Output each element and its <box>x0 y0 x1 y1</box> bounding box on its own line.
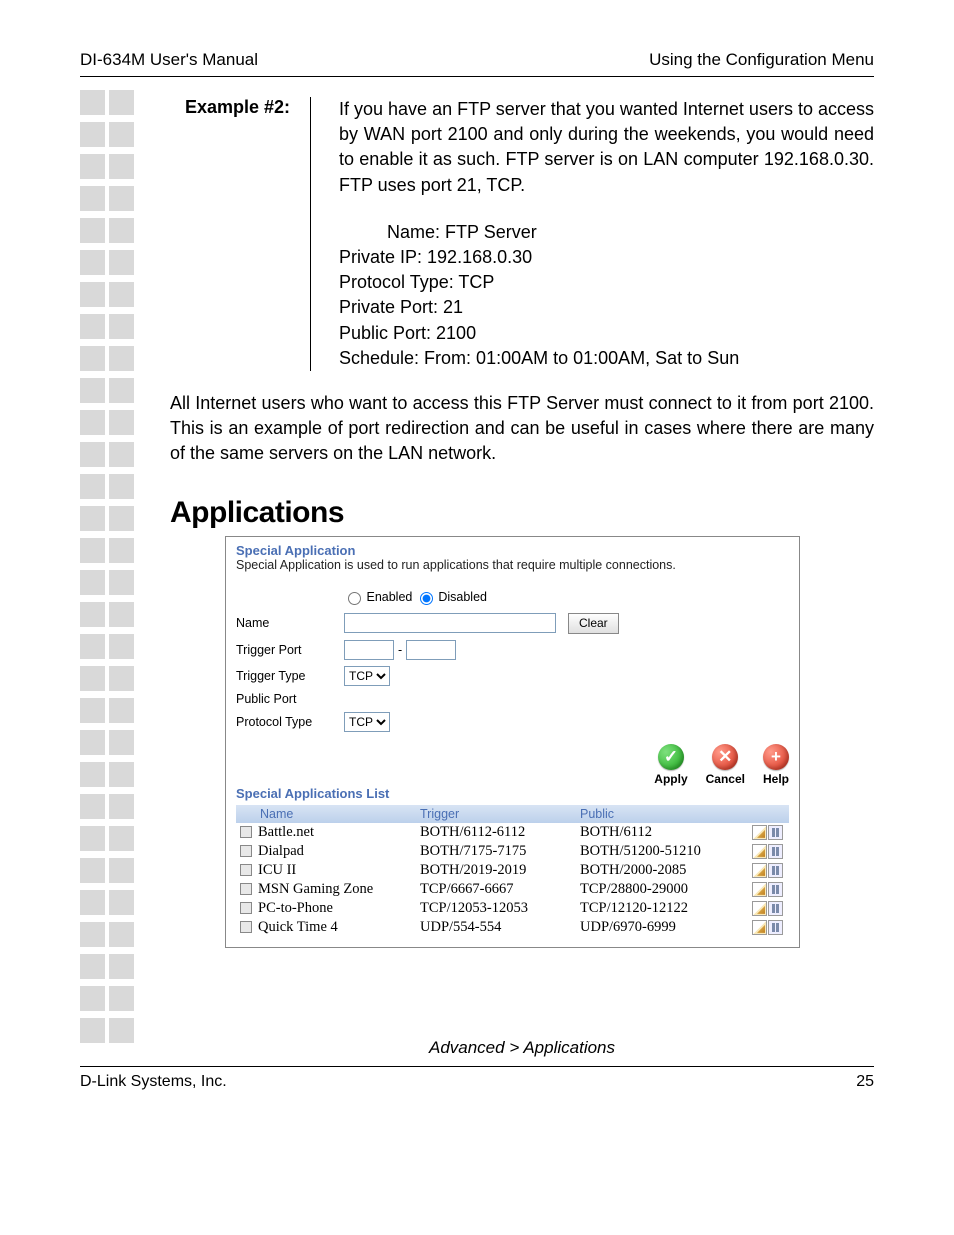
panel-subtitle: Special Application is used to run appli… <box>236 558 789 572</box>
table-row: DialpadBOTH/7175-7175BOTH/51200-51210 <box>236 842 789 861</box>
side-squares <box>80 90 134 1050</box>
example-text: If you have an FTP server that you wante… <box>339 99 874 195</box>
delete-icon[interactable] <box>768 882 783 897</box>
edit-icon[interactable] <box>752 863 767 878</box>
delete-icon[interactable] <box>768 920 783 935</box>
section-heading-applications: Applications <box>170 496 874 530</box>
delete-icon[interactable] <box>768 825 783 840</box>
x-icon: ✕ <box>712 744 738 770</box>
name-label: Name <box>236 616 344 630</box>
trigger-port-from-input[interactable] <box>344 640 394 660</box>
cancel-button[interactable]: ✕ Cancel <box>706 744 745 786</box>
range-separator: - <box>398 643 402 657</box>
list-title: Special Applications List <box>236 786 789 801</box>
body-paragraph: All Internet users who want to access th… <box>170 391 874 467</box>
row-checkbox[interactable] <box>240 845 252 857</box>
row-checkbox[interactable] <box>240 826 252 838</box>
public-port-label: Public Port <box>236 692 344 706</box>
footer-left: D-Link Systems, Inc. <box>80 1073 227 1091</box>
edit-icon[interactable] <box>752 844 767 859</box>
applications-table: Name Trigger Public Battle.netBOTH/6112-… <box>236 805 789 937</box>
footer-rule <box>80 1066 874 1067</box>
enabled-label: Enabled <box>366 590 412 604</box>
example-label: Example #2: <box>170 97 300 371</box>
row-checkbox[interactable] <box>240 921 252 933</box>
trigger-port-to-input[interactable] <box>406 640 456 660</box>
table-row: Quick Time 4UDP/554-554UDP/6970-6999 <box>236 918 789 937</box>
table-row: PC-to-PhoneTCP/12053-12053TCP/12120-1212… <box>236 899 789 918</box>
edit-icon[interactable] <box>752 901 767 916</box>
disabled-radio[interactable] <box>420 592 433 605</box>
table-row: MSN Gaming ZoneTCP/6667-6667TCP/28800-29… <box>236 880 789 899</box>
example-line-name: Name: FTP Server <box>387 220 874 245</box>
applications-panel: Special Application Special Application … <box>225 536 800 947</box>
enabled-radio[interactable] <box>348 592 361 605</box>
help-label: Help <box>763 772 789 786</box>
trigger-type-select[interactable]: TCP <box>344 666 390 686</box>
delete-icon[interactable] <box>768 901 783 916</box>
row-checkbox[interactable] <box>240 864 252 876</box>
table-row: ICU IIBOTH/2019-2019BOTH/2000-2085 <box>236 861 789 880</box>
row-checkbox[interactable] <box>240 902 252 914</box>
example-line-public-port: Public Port: 2100 <box>339 321 874 346</box>
example-line-private-port: Private Port: 21 <box>339 295 874 320</box>
example-line-protocol-type: Protocol Type: TCP <box>339 270 874 295</box>
example-line-private-ip: Private IP: 192.168.0.30 <box>339 245 874 270</box>
col-name: Name <box>236 805 416 823</box>
clear-button[interactable]: Clear <box>568 613 619 634</box>
protocol-type-label: Protocol Type <box>236 715 344 729</box>
trigger-port-label: Trigger Port <box>236 643 344 657</box>
footer-right: 25 <box>856 1073 874 1091</box>
header-rule <box>80 76 874 77</box>
example-divider <box>310 97 311 371</box>
header-left: DI-634M User's Manual <box>80 50 258 70</box>
edit-icon[interactable] <box>752 920 767 935</box>
row-checkbox[interactable] <box>240 883 252 895</box>
example-line-schedule: Schedule: From: 01:00AM to 01:00AM, Sat … <box>339 346 874 371</box>
trigger-type-label: Trigger Type <box>236 669 344 683</box>
protocol-type-select[interactable]: TCP <box>344 712 390 732</box>
table-row: Battle.netBOTH/6112-6112BOTH/6112 <box>236 823 789 842</box>
delete-icon[interactable] <box>768 863 783 878</box>
col-public: Public <box>576 805 747 823</box>
figure-caption: Advanced > Applications <box>170 1038 874 1058</box>
cancel-label: Cancel <box>706 772 745 786</box>
apply-label: Apply <box>654 772 687 786</box>
help-button[interactable]: + Help <box>763 744 789 786</box>
disabled-label: Disabled <box>438 590 487 604</box>
delete-icon[interactable] <box>768 844 783 859</box>
header-right: Using the Configuration Menu <box>649 50 874 70</box>
name-input[interactable] <box>344 613 556 633</box>
panel-title: Special Application <box>236 543 789 558</box>
check-icon: ✓ <box>658 744 684 770</box>
col-trigger: Trigger <box>416 805 576 823</box>
edit-icon[interactable] <box>752 825 767 840</box>
plus-icon: + <box>763 744 789 770</box>
edit-icon[interactable] <box>752 882 767 897</box>
apply-button[interactable]: ✓ Apply <box>654 744 687 786</box>
